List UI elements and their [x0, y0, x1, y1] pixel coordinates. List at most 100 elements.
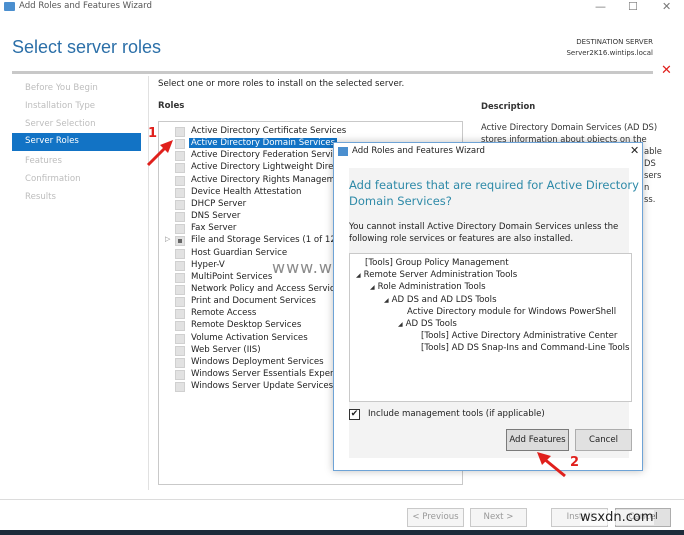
- error-icon[interactable]: ✕: [661, 63, 672, 78]
- role-label: Active Directory Federation Services: [191, 150, 348, 161]
- window-title: Add Roles and Features Wizard: [19, 1, 152, 11]
- role-checkbox[interactable]: [175, 175, 185, 186]
- feature-tree[interactable]: [Tools] Group Policy Management ◢ Remote S…: [349, 253, 632, 402]
- role-checkbox[interactable]: [175, 248, 185, 259]
- maximize-button[interactable]: ☐: [628, 0, 638, 13]
- include-tools-label: Include management tools (if applicable): [368, 409, 545, 419]
- next-button[interactable]: Next >: [470, 508, 527, 527]
- role-label: Device Health Attestation: [191, 186, 302, 197]
- role-checkbox[interactable]: [175, 321, 185, 332]
- role-label: Remote Access: [191, 308, 257, 319]
- tree-node: [Tools] Active Directory Administrative …: [421, 331, 617, 341]
- tree-node: ◢ Remote Server Administration Tools: [356, 270, 517, 280]
- minimize-button[interactable]: —: [595, 0, 606, 13]
- close-button[interactable]: ✕: [662, 0, 671, 13]
- expanded-triangle-icon[interactable]: ◢: [398, 321, 403, 328]
- role-checkbox[interactable]: [175, 357, 185, 368]
- previous-button[interactable]: < Previous: [407, 508, 464, 527]
- role-label: Active Directory Domain Services: [189, 138, 337, 149]
- tree-node-label: [Tools] Active Directory Administrative …: [421, 331, 618, 342]
- tree-node: [Tools] Group Policy Management: [365, 258, 509, 268]
- role-label: Network Policy and Access Services: [191, 283, 345, 294]
- progress-rule: [12, 71, 653, 74]
- role-checkbox[interactable]: [175, 297, 185, 308]
- roles-label: Roles: [158, 101, 185, 111]
- role-checkbox[interactable]: [175, 272, 185, 283]
- tree-node-label: Remote Server Administration Tools: [363, 270, 518, 281]
- nav-item[interactable]: Confirmation: [25, 174, 81, 184]
- role-checkbox[interactable]: [175, 382, 185, 393]
- title-bar: Add Roles and Features Wizard — ☐ ✕: [0, 0, 684, 14]
- app-icon: [4, 2, 15, 11]
- nav-item[interactable]: Results: [25, 192, 56, 202]
- role-checkbox[interactable]: [175, 212, 185, 223]
- role-checkbox[interactable]: [175, 309, 185, 320]
- tree-node: ◢ AD DS Tools: [398, 319, 457, 329]
- nav-item[interactable]: Server Selection: [25, 119, 96, 129]
- tree-node-label: Active Directory module for Windows Powe…: [407, 306, 617, 317]
- tree-node: ◢ AD DS and AD LDS Tools: [384, 295, 497, 305]
- instruction-text: Select one or more roles to install on t…: [158, 79, 405, 89]
- role-checkbox[interactable]: [175, 284, 185, 295]
- role-checkbox[interactable]: [175, 345, 185, 356]
- role-label: Hyper-V: [191, 259, 225, 270]
- role-checkbox[interactable]: [175, 224, 185, 235]
- annotation-arrow-2: [537, 452, 566, 478]
- app-icon: [338, 147, 348, 156]
- dialog-heading: Domain Services?: [349, 194, 452, 208]
- role-label: DNS Server: [191, 211, 241, 222]
- role-label: MultiPoint Services: [191, 271, 273, 282]
- dialog-title: Add Roles and Features Wizard: [352, 146, 485, 156]
- check-icon: ✔: [350, 409, 359, 419]
- tree-node-label: [Tools] Group Policy Management: [365, 258, 509, 268]
- role-label: Remote Desktop Services: [191, 320, 302, 331]
- role-checkbox[interactable]: [175, 236, 185, 247]
- annotation-arrow-1: [146, 140, 173, 167]
- expanded-triangle-icon[interactable]: ◢: [384, 297, 389, 304]
- dialog-body: following role services or features are …: [349, 234, 574, 244]
- role-checkbox[interactable]: [175, 260, 185, 271]
- tree-node: ◢ Role Administration Tools: [370, 282, 486, 292]
- description-fragment: sers: [644, 170, 662, 180]
- tree-node-label: Role Administration Tools: [377, 282, 486, 293]
- role-checkbox[interactable]: [175, 333, 185, 344]
- footer-divider: [0, 499, 684, 500]
- expand-icon[interactable]: ▷: [165, 235, 170, 243]
- include-tools-checkbox[interactable]: ✔: [349, 409, 360, 420]
- role-label: Windows Server Essentials Experience: [191, 369, 357, 379]
- role-label: DHCP Server: [191, 198, 247, 209]
- nav-item[interactable]: Installation Type: [25, 101, 95, 111]
- expanded-triangle-icon[interactable]: ◢: [356, 272, 361, 279]
- role-label: Windows Server Update Services: [191, 381, 334, 392]
- role-label: Active Directory Certificate Services: [191, 126, 347, 136]
- dialog-close-icon[interactable]: ✕: [630, 144, 639, 157]
- role-label: Windows Deployment Services: [191, 356, 324, 367]
- tree-node: Active Directory module for Windows Powe…: [407, 307, 616, 317]
- role-label: Volume Activation Services: [191, 332, 308, 343]
- corner-watermark: wsxdn.com: [580, 510, 654, 525]
- taskbar-edge: [0, 530, 684, 535]
- role-checkbox[interactable]: [175, 370, 185, 380]
- role-label: Web Server (IIS): [191, 344, 261, 355]
- dialog-cancel-button[interactable]: Cancel: [575, 429, 632, 451]
- description-label: Description: [481, 101, 536, 111]
- tree-node-label: [Tools] AD DS Snap-Ins and Command-Line …: [421, 343, 630, 354]
- description-fragment: DS: [644, 158, 656, 168]
- role-label: Fax Server: [191, 223, 237, 234]
- dialog-heading: Add features that are required for Activ…: [349, 178, 639, 192]
- destination-label: DESTINATION SERVER: [576, 38, 653, 46]
- role-checkbox[interactable]: [175, 199, 185, 210]
- description-fragment: n: [644, 182, 650, 192]
- tree-node: [Tools] AD DS Snap-Ins and Command-Line …: [421, 343, 630, 353]
- nav-item[interactable]: Server Roles: [12, 133, 141, 151]
- nav-item[interactable]: Features: [25, 156, 62, 166]
- add-features-dialog: Add Roles and Features Wizard ✕ Add feat…: [333, 142, 643, 471]
- page-title: Select server roles: [12, 37, 162, 57]
- description-line: Active Directory Domain Services (AD DS): [481, 122, 658, 132]
- destination-server: Server2K16.wintips.local: [566, 49, 653, 57]
- tree-node-label: AD DS Tools: [405, 319, 457, 329]
- role-checkbox[interactable]: [175, 187, 185, 198]
- dialog-body: You cannot install Active Directory Doma…: [349, 222, 619, 232]
- expanded-triangle-icon[interactable]: ◢: [370, 284, 375, 291]
- nav-item[interactable]: Before You Begin: [25, 83, 98, 93]
